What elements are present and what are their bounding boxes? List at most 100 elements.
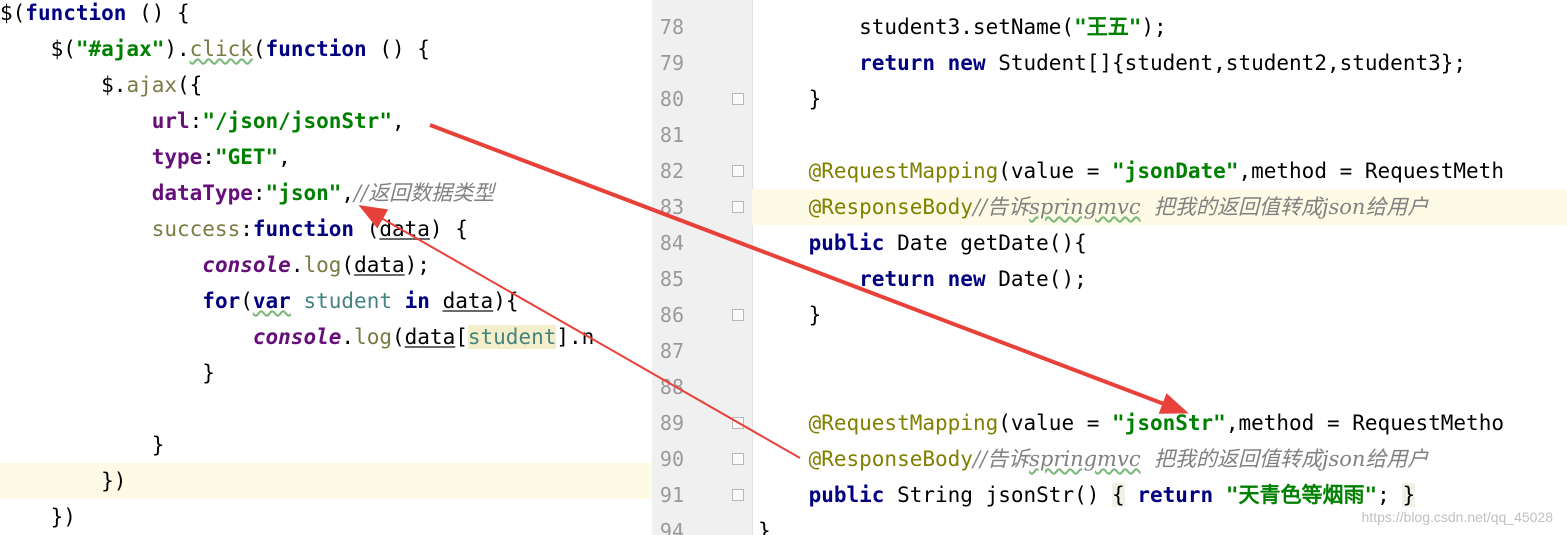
code-line[interactable]: }: [758, 297, 822, 333]
line-number: 91: [659, 483, 684, 507]
code-token: Student[]{student,student2,student3};: [985, 51, 1467, 75]
code-token: ,method = RequestMetho: [1225, 411, 1504, 435]
code-token: }: [758, 87, 822, 111]
code-line[interactable]: console.log(data[student].n: [0, 319, 652, 355]
code-line[interactable]: success:function (data) {: [0, 211, 652, 247]
fold-marker-icon[interactable]: [732, 453, 744, 465]
fold-marker-icon[interactable]: [732, 165, 744, 177]
code-token: dataType: [151, 181, 253, 205]
code-token: $(: [0, 1, 26, 25]
code-line[interactable]: @RequestMapping(value = "jsonStr",method…: [758, 405, 1504, 441]
code-token: }: [1402, 483, 1416, 507]
code-token: type: [151, 145, 203, 169]
fold-marker-icon[interactable]: [732, 309, 744, 321]
code-token: ,: [391, 109, 405, 133]
code-token: ).: [164, 37, 190, 61]
code-line[interactable]: type:"GET",: [0, 139, 652, 175]
line-number: 89: [659, 411, 684, 435]
code-token: //返回数据类型: [354, 181, 495, 205]
code-token: 把我的返回值转成json给用户: [1140, 447, 1429, 471]
code-line[interactable]: $("#ajax").click(function () {: [0, 31, 652, 67]
code-line[interactable]: public Date getDate(){: [758, 225, 1087, 261]
code-token: @ResponseBody: [808, 195, 973, 219]
code-token: ,: [341, 181, 355, 205]
code-token: data: [379, 217, 430, 241]
code-line[interactable]: @ResponseBody//告诉springmvc 把我的返回值转成json给…: [758, 189, 1429, 225]
code-line[interactable]: [0, 391, 652, 427]
code-token: ].n: [556, 325, 595, 349]
code-line[interactable]: dataType:"json",//返回数据类型: [0, 175, 652, 211]
code-line[interactable]: return new Date();: [758, 261, 1087, 297]
code-token: @RequestMapping: [808, 159, 999, 183]
line-number: 90: [659, 447, 684, 471]
code-line[interactable]: }): [0, 463, 652, 499]
fold-marker-icon[interactable]: [732, 417, 744, 429]
line-number: 81: [659, 123, 684, 147]
code-line[interactable]: return new Student[]{student,student2,st…: [758, 45, 1466, 81]
code-line[interactable]: $(function () {: [0, 0, 652, 31]
code-token: data: [442, 289, 494, 313]
code-token: function: [265, 37, 367, 61]
fold-marker-icon[interactable]: [732, 93, 744, 105]
code-token: (: [341, 253, 355, 277]
code-token: Date();: [985, 267, 1087, 291]
code-token: return new: [859, 267, 986, 291]
code-line[interactable]: }: [0, 427, 652, 463]
code-line[interactable]: url:"/json/jsonStr",: [0, 103, 652, 139]
code-token: log: [354, 325, 392, 349]
code-line[interactable]: for(var student in data){: [0, 283, 652, 319]
code-token: @RequestMapping: [808, 411, 999, 435]
code-line[interactable]: $.ajax({: [0, 67, 652, 103]
code-line[interactable]: }: [758, 513, 771, 535]
code-token: $.: [0, 73, 127, 97]
code-token: :: [240, 217, 253, 241]
code-token: @ResponseBody: [808, 447, 973, 471]
line-number: 88: [659, 375, 684, 399]
code-token: }: [0, 361, 215, 385]
code-token: 把我的返回值转成json给用户: [1140, 195, 1429, 219]
code-line[interactable]: }): [0, 499, 652, 535]
code-token: //告诉: [972, 447, 1030, 471]
fold-marker-icon[interactable]: [732, 489, 744, 501]
code-token: success: [151, 217, 241, 241]
code-token: [: [455, 325, 468, 349]
code-token: }: [758, 519, 771, 535]
code-token: for: [202, 289, 241, 313]
code-token: .: [290, 253, 304, 277]
line-number: 85: [659, 267, 684, 291]
code-line[interactable]: @RequestMapping(value = "jsonDate",metho…: [758, 153, 1504, 189]
code-line[interactable]: console.log(data);: [0, 247, 652, 283]
code-token: ,method = RequestMeth: [1238, 159, 1504, 183]
code-line[interactable]: @ResponseBody//告诉springmvc 把我的返回值转成json给…: [758, 441, 1429, 477]
code-token: log: [303, 253, 342, 277]
code-token: return: [1137, 483, 1214, 507]
code-token: :: [252, 181, 266, 205]
code-token: );: [404, 253, 430, 277]
watermark-text: https://blog.csdn.net/qq_45028: [1361, 509, 1553, 525]
code-line[interactable]: }: [0, 355, 652, 391]
code-token: (: [391, 325, 405, 349]
code-token: public: [808, 483, 885, 507]
fold-marker-icon[interactable]: [732, 201, 744, 213]
code-token: student: [303, 289, 392, 313]
code-line[interactable]: student3.setName("王五");: [758, 9, 1167, 45]
right-editor-pane[interactable]: 78 student3.setName("王五"); 79 return new …: [652, 0, 1567, 535]
code-token: () {: [366, 37, 430, 61]
code-line[interactable]: public String jsonStr() { return "天青色等烟雨…: [758, 477, 1416, 513]
code-token: "jsonDate": [1112, 159, 1239, 183]
code-token: "GET": [214, 145, 279, 169]
left-editor-pane[interactable]: $(function () { $("#ajax").click(functio…: [0, 0, 652, 535]
code-line[interactable]: }: [758, 81, 822, 117]
code-token: $(: [0, 37, 76, 61]
